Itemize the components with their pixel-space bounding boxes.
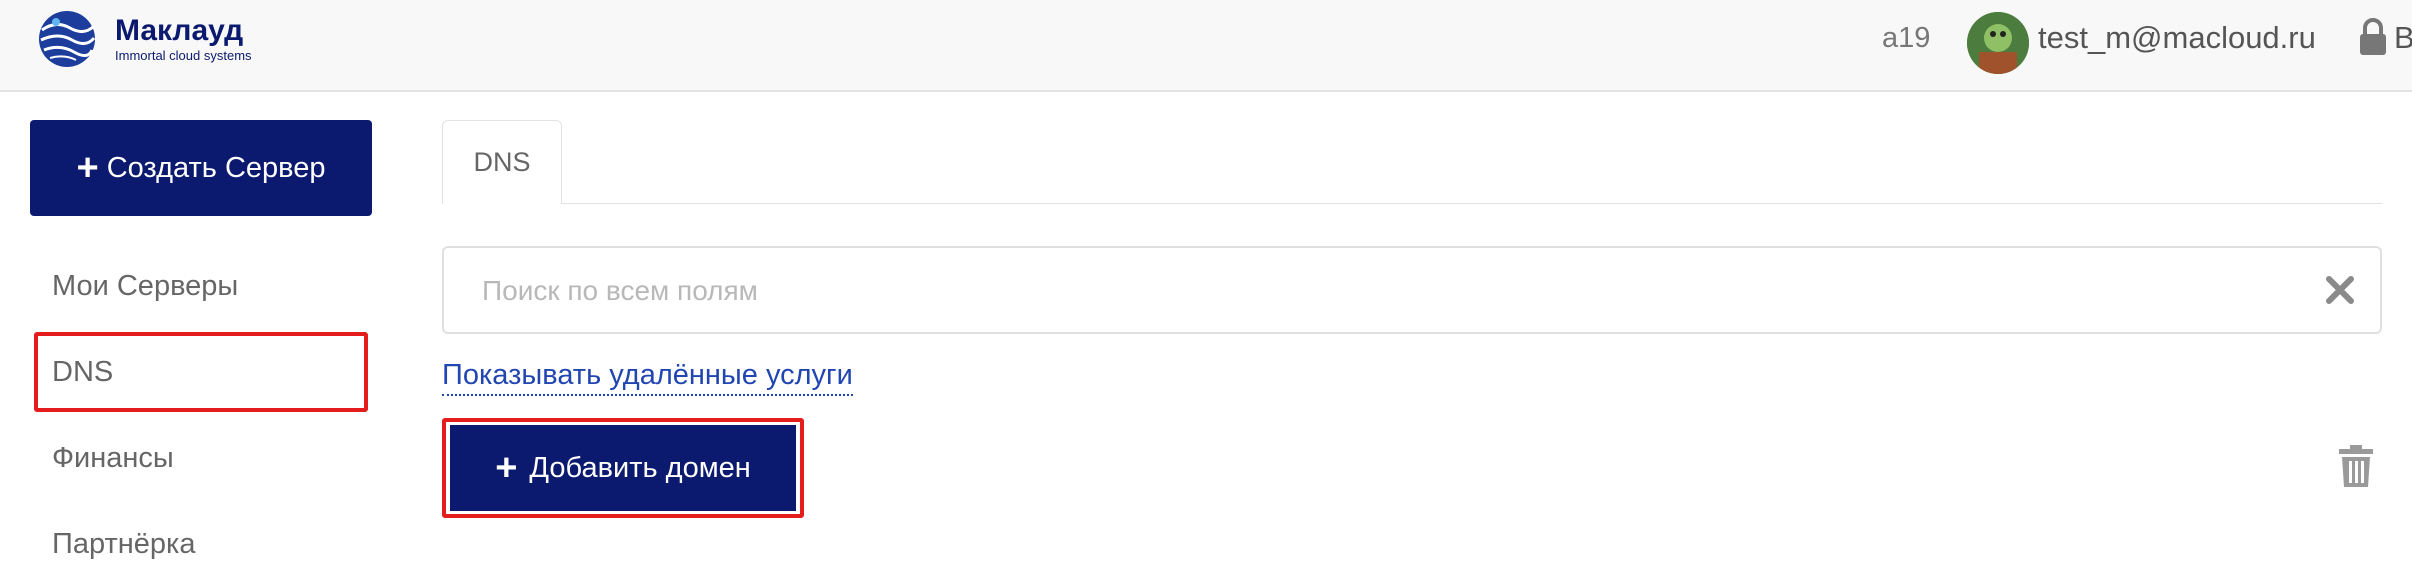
search-box [442, 246, 2382, 334]
tab-dns-label: DNS [473, 147, 531, 177]
brand-name: Маклауд [115, 14, 244, 47]
plus-icon: + [495, 447, 518, 489]
plus-icon: + [76, 147, 99, 189]
top-header: Маклауд Immortal cloud systems a19 test_… [0, 0, 2412, 92]
project-selector[interactable]: a19 [1882, 22, 1930, 55]
avatar[interactable] [1967, 12, 2029, 74]
brand[interactable]: Маклауд Immortal cloud systems [115, 14, 252, 64]
cloud-logo-icon[interactable] [36, 8, 98, 70]
add-domain-button[interactable]: + Добавить домен [450, 425, 796, 511]
show-deleted-link[interactable]: Показывать удалённые услуги [442, 356, 853, 396]
sidebar-item-dns[interactable]: DNS [52, 356, 113, 389]
logout-label[interactable]: B [2394, 20, 2412, 56]
tab-divider [562, 203, 2382, 204]
brand-tagline: Immortal cloud systems [115, 48, 252, 63]
sidebar-item-partners[interactable]: Партнёрка [52, 528, 195, 561]
user-email[interactable]: test_m@macloud.ru [2038, 20, 2316, 56]
lock-icon[interactable] [2358, 17, 2388, 57]
search-input[interactable] [480, 248, 2284, 334]
trash-icon[interactable] [2338, 444, 2374, 488]
tab-dns[interactable]: DNS [442, 120, 562, 204]
add-domain-label: Добавить домен [529, 451, 751, 484]
sidebar-item-finance[interactable]: Финансы [52, 442, 174, 475]
sidebar-item-servers[interactable]: Мои Серверы [52, 270, 238, 303]
create-server-label: Создать Сервер [106, 151, 326, 184]
create-server-button[interactable]: + Создать Сервер [30, 120, 372, 216]
close-icon[interactable] [2324, 274, 2356, 306]
